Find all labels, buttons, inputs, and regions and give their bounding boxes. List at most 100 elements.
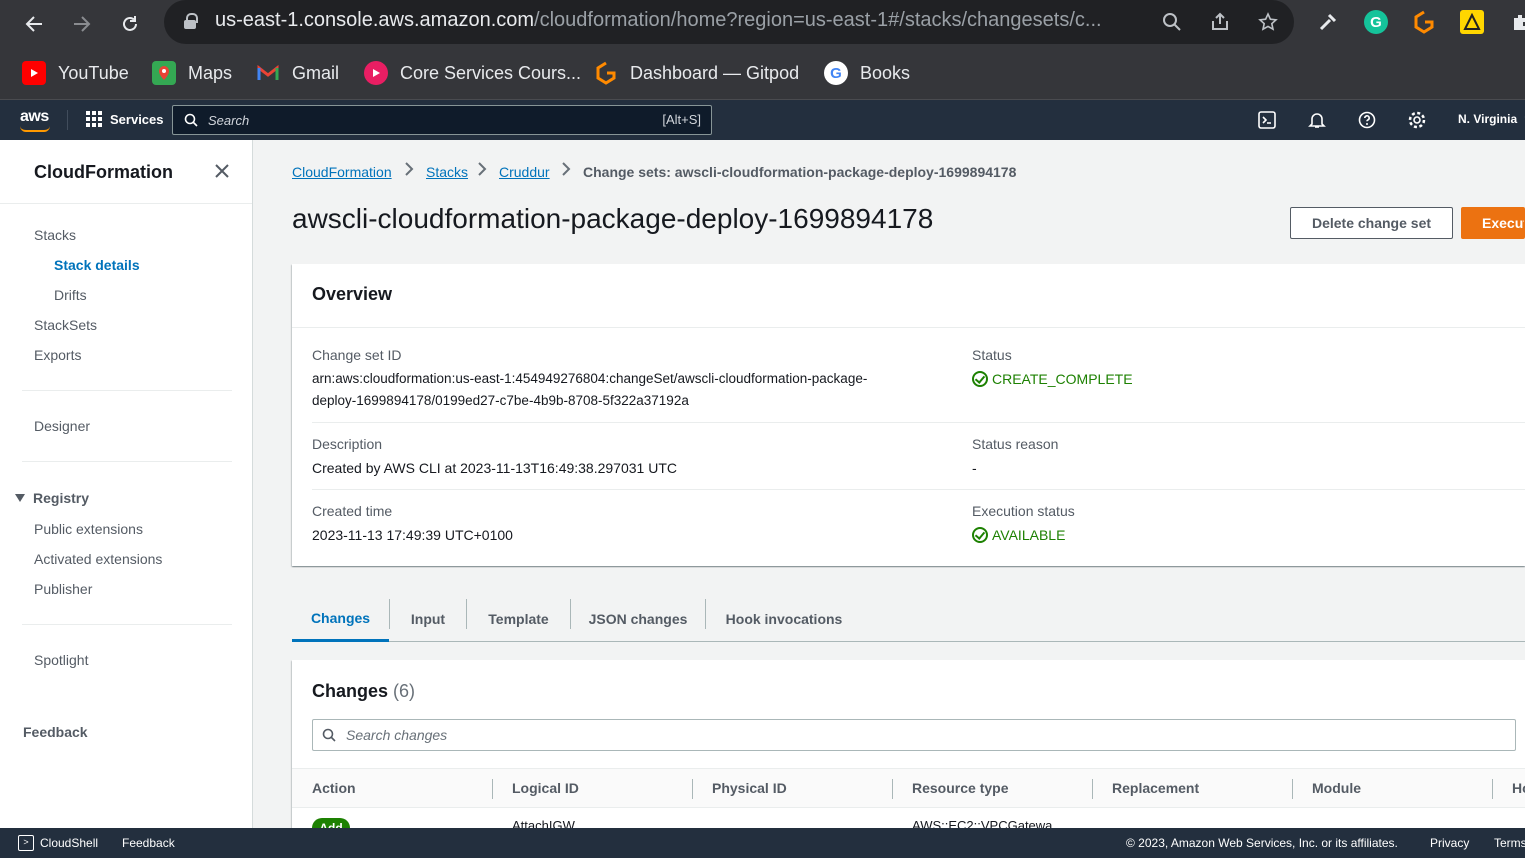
column-divider[interactable] <box>892 779 893 799</box>
description-label: Description <box>312 436 383 452</box>
extensions-puzzle-icon[interactable] <box>1506 8 1525 36</box>
back-icon[interactable] <box>16 6 52 42</box>
column-header-replacement[interactable]: Replacement <box>1112 780 1199 796</box>
execute-button[interactable]: Execute <box>1461 207 1525 239</box>
help-icon[interactable] <box>1357 110 1377 130</box>
column-divider[interactable] <box>692 779 693 799</box>
sidebar-item-public-extensions[interactable]: Public extensions <box>34 521 143 537</box>
delete-change-set-button[interactable]: Delete change set <box>1290 207 1453 239</box>
breadcrumb-stacks[interactable]: Stacks <box>426 164 468 180</box>
settings-gear-icon[interactable] <box>1407 110 1427 130</box>
column-divider[interactable] <box>1292 779 1293 799</box>
sidebar-item-activated-extensions[interactable]: Activated extensions <box>34 551 162 567</box>
tab-changes[interactable]: Changes <box>292 596 389 642</box>
sidebar-item-publisher[interactable]: Publisher <box>34 581 92 597</box>
bookmark-gitpod[interactable]: Dashboard — Gitpod <box>594 60 799 86</box>
status-reason-label: Status reason <box>972 436 1059 452</box>
maps-icon <box>152 61 176 85</box>
overview-panel: Overview Change set ID arn:aws:cloudform… <box>292 264 1525 566</box>
column-header-action[interactable]: Action <box>312 780 356 796</box>
change-set-id-label: Change set ID <box>312 347 402 363</box>
sidenav-divider <box>22 461 232 462</box>
tab-hook-invocations[interactable]: Hook invocations <box>706 596 862 642</box>
bookmark-label: YouTube <box>58 62 129 83</box>
column-header-hook[interactable]: Ho <box>1512 780 1525 796</box>
lock-icon <box>184 13 198 29</box>
bookmark-label: Maps <box>188 62 233 83</box>
sidebar-item-drifts[interactable]: Drifts <box>54 287 87 303</box>
sidebar-item-stacks[interactable]: Stacks <box>34 227 76 243</box>
footer-feedback-link[interactable]: Feedback <box>122 836 175 850</box>
aws-smile-icon <box>20 126 50 132</box>
tab-json-changes[interactable]: JSON changes <box>571 596 705 642</box>
grammarly-extension-icon[interactable]: G <box>1362 8 1390 36</box>
aws-search-input[interactable]: Search [Alt+S] <box>172 105 712 135</box>
sidebar-section-registry[interactable]: Registry <box>15 490 89 506</box>
bookmark-youtube[interactable]: YouTube <box>22 60 129 86</box>
sidebar-item-stacksets[interactable]: StackSets <box>34 317 97 333</box>
gmail-icon <box>256 61 280 85</box>
reload-icon[interactable] <box>112 6 148 42</box>
logical-id-cell: AttachIGW <box>512 818 575 828</box>
bookmark-gmail[interactable]: Gmail <box>256 60 339 86</box>
notifications-bell-icon[interactable] <box>1307 110 1327 130</box>
eyedropper-extension-icon[interactable] <box>1314 8 1342 36</box>
cloudshell-icon[interactable]: > <box>18 835 34 851</box>
search-changes-input[interactable]: Search changes <box>312 719 1516 751</box>
overview-header: Overview <box>312 284 393 304</box>
bookmark-star-icon[interactable] <box>1254 8 1282 36</box>
search-placeholder: Search <box>208 113 250 128</box>
status-label: Status <box>972 347 1012 363</box>
cloudshell-icon[interactable] <box>1257 110 1277 130</box>
footer-cloudshell-link[interactable]: CloudShell <box>40 836 98 850</box>
share-icon[interactable] <box>1206 8 1234 36</box>
gitpod-icon <box>594 61 618 85</box>
column-divider[interactable] <box>492 779 493 799</box>
region-selector[interactable]: N. Virginia <box>1458 112 1525 126</box>
sidenav-divider <box>22 624 232 625</box>
bookmark-maps[interactable]: Maps <box>152 60 232 86</box>
change-set-id-value: arn:aws:cloudformation:us-east-1:4549492… <box>312 371 868 408</box>
column-divider[interactable] <box>1092 779 1093 799</box>
footer-terms-link[interactable]: Terms <box>1494 836 1525 850</box>
page-title: awscli-cloudformation-package-deploy-169… <box>292 203 934 234</box>
sidebar-item-stack-details[interactable]: Stack details <box>54 257 140 273</box>
sidebar-item-designer[interactable]: Designer <box>34 418 90 434</box>
breadcrumb-cloudformation[interactable]: CloudFormation <box>292 164 392 180</box>
close-icon[interactable] <box>212 162 232 182</box>
gitpod-extension-icon[interactable] <box>1410 8 1438 36</box>
browser-toolbar: us-east-1.console.aws.amazon.com/cloudfo… <box>0 0 1525 48</box>
column-header-logical-id[interactable]: Logical ID <box>512 780 579 796</box>
execution-status-value: AVAILABLE <box>992 527 1066 543</box>
description-value: Created by AWS CLI at 2023-11-13T16:49:3… <box>312 460 677 476</box>
sidebar-item-feedback[interactable]: Feedback <box>23 724 88 740</box>
warning-extension-icon[interactable] <box>1458 8 1486 36</box>
changes-header: Changes (6) <box>312 681 416 701</box>
sidenav-title[interactable]: CloudFormation <box>34 162 173 183</box>
tab-input[interactable]: Input <box>390 596 466 642</box>
sidebar-item-spotlight[interactable]: Spotlight <box>34 652 88 668</box>
services-label: Services <box>110 111 164 127</box>
services-menu-button[interactable]: Services <box>86 111 164 127</box>
status-value: CREATE_COMPLETE <box>992 371 1133 387</box>
column-header-module[interactable]: Module <box>1312 780 1361 796</box>
column-header-resource-type[interactable]: Resource type <box>912 780 1008 796</box>
caret-down-icon <box>15 494 25 502</box>
forward-icon[interactable] <box>64 6 100 42</box>
sidebar-item-exports[interactable]: Exports <box>34 347 81 363</box>
bookmark-label: Books <box>860 62 911 83</box>
search-shortcut: [Alt+S] <box>662 112 701 127</box>
aws-top-nav: aws Services Search [Alt+S] N. Virginia <box>0 100 1525 140</box>
zoom-icon[interactable] <box>1158 8 1186 36</box>
bookmark-core-services[interactable]: Core Services Cours... <box>364 60 581 86</box>
column-header-physical-id[interactable]: Physical ID <box>712 780 787 796</box>
bookmark-books[interactable]: G Books <box>824 60 910 86</box>
address-bar[interactable]: us-east-1.console.aws.amazon.com/cloudfo… <box>164 0 1294 44</box>
column-divider[interactable] <box>1492 779 1493 799</box>
breadcrumb-cruddur[interactable]: Cruddur <box>499 164 550 180</box>
aws-logo[interactable]: aws <box>20 108 50 132</box>
chevron-right-icon <box>561 162 571 181</box>
row-divider <box>312 489 1525 490</box>
tab-template[interactable]: Template <box>467 596 570 642</box>
footer-privacy-link[interactable]: Privacy <box>1430 836 1469 850</box>
